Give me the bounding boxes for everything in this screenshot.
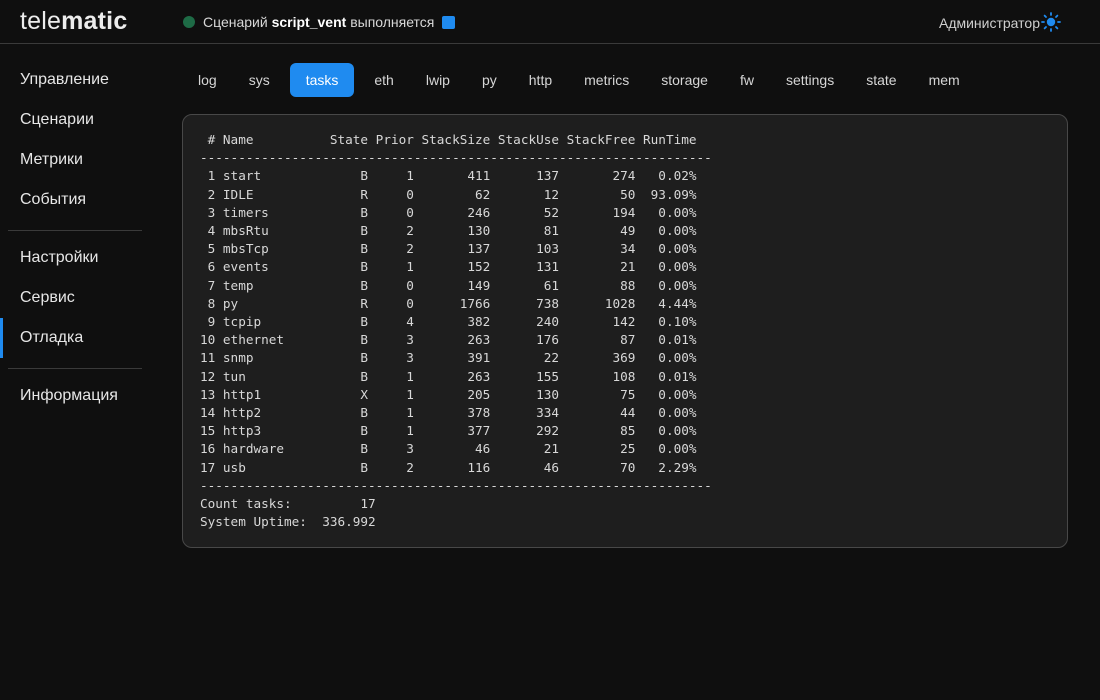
tab-sys[interactable]: sys	[237, 63, 282, 97]
table-row: 13 http1 X 1 205 130 75 0.00%	[200, 386, 697, 402]
sun-icon[interactable]	[1041, 12, 1061, 32]
tab-lwip[interactable]: lwip	[414, 63, 462, 97]
table-row: 16 hardware B 3 46 21 25 0.00%	[200, 441, 697, 457]
tab-settings[interactable]: settings	[774, 63, 846, 97]
tab-eth[interactable]: eth	[362, 63, 405, 97]
sidebar-item-management[interactable]: Управление	[0, 60, 150, 100]
table-row: 1 start B 1 411 137 274 0.02%	[200, 168, 697, 184]
sidebar-item-events[interactable]: События	[0, 180, 150, 220]
table-row: 7 temp B 0 149 61 88 0.00%	[200, 277, 697, 293]
sidebar-divider	[8, 368, 142, 369]
table-row: 8 py R 0 1766 738 1028 4.44%	[200, 295, 697, 311]
table-row: 10 ethernet B 3 263 176 87 0.01%	[200, 332, 697, 348]
sidebar-item-service[interactable]: Сервис	[0, 278, 150, 318]
tab-py[interactable]: py	[470, 63, 509, 97]
user-name[interactable]: Администратор	[939, 15, 1040, 31]
system-uptime: System Uptime: 336.992	[200, 514, 376, 530]
status-suffix: выполняется	[350, 14, 435, 30]
tab-state[interactable]: state	[854, 63, 908, 97]
running-indicator-icon	[183, 16, 195, 28]
table-row: 17 usb B 2 116 46 70 2.29%	[200, 459, 697, 475]
tab-http[interactable]: http	[517, 63, 564, 97]
logo[interactable]: telematic	[20, 7, 127, 36]
sidebar-divider	[8, 230, 142, 231]
sidebar: Управление Сценарии Метрики События Наст…	[0, 44, 150, 700]
table-row: 3 timers B 0 246 52 194 0.00%	[200, 204, 697, 220]
table-row: 6 events B 1 152 131 21 0.00%	[200, 259, 697, 275]
tab-storage[interactable]: storage	[649, 63, 720, 97]
tab-tasks[interactable]: tasks	[289, 63, 355, 97]
table-row: 9 tcpip B 4 382 240 142 0.10%	[200, 314, 697, 330]
sidebar-item-settings[interactable]: Настройки	[0, 238, 150, 278]
task-count: Count tasks: 17	[200, 496, 376, 512]
sidebar-item-metrics[interactable]: Метрики	[0, 140, 150, 180]
sidebar-item-debug[interactable]: Отладка	[0, 318, 150, 358]
separator-line: ----------------------------------------…	[200, 477, 712, 493]
status-prefix: Сценарий	[203, 14, 268, 30]
tab-metrics[interactable]: metrics	[572, 63, 641, 97]
top-bar: telematic Сценарий script_vent выполняет…	[0, 0, 1100, 44]
table-row: 2 IDLE R 0 62 12 50 93.09%	[200, 186, 697, 202]
sidebar-item-info[interactable]: Информация	[0, 376, 150, 416]
table-row: 12 tun B 1 263 155 108 0.01%	[200, 368, 697, 384]
logo-light-text: tele	[20, 7, 62, 35]
table-row: 5 mbsTcp B 2 137 103 34 0.00%	[200, 241, 697, 257]
tab-mem[interactable]: mem	[917, 63, 972, 97]
script-stop-button[interactable]	[442, 15, 456, 29]
sidebar-item-scenarios[interactable]: Сценарии	[0, 100, 150, 140]
script-status: Сценарий script_vent выполняется	[183, 14, 456, 30]
tab-log[interactable]: log	[186, 63, 229, 97]
table-row: 14 http2 B 1 378 334 44 0.00%	[200, 405, 697, 421]
separator-line: ----------------------------------------…	[200, 150, 712, 166]
tab-fw[interactable]: fw	[728, 63, 766, 97]
table-header: # Name State Prior StackSize StackUse St…	[200, 132, 697, 147]
table-row: 11 snmp B 3 391 22 369 0.00%	[200, 350, 697, 366]
debug-tabs: log sys tasks eth lwip py http metrics s…	[186, 63, 980, 97]
status-script-name: script_vent	[271, 14, 347, 30]
table-row: 15 http3 B 1 377 292 85 0.00%	[200, 423, 697, 439]
table-row: 4 mbsRtu B 2 130 81 49 0.00%	[200, 223, 697, 239]
tasks-output: # Name State Prior StackSize StackUse St…	[200, 131, 712, 531]
tasks-console: # Name State Prior StackSize StackUse St…	[182, 114, 1068, 548]
logo-bold-text: matic	[61, 7, 128, 35]
